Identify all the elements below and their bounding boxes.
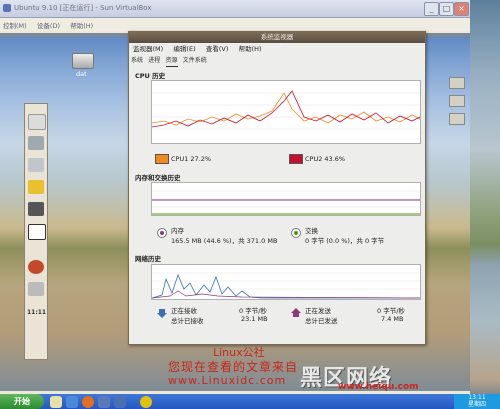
folder-icon[interactable]: [28, 180, 44, 194]
memory-label: 内存: [171, 227, 184, 235]
swap-indicator[interactable]: [291, 228, 301, 238]
maximize-button[interactable]: □: [439, 2, 454, 16]
watermark-site: www.heiqu.com: [338, 382, 419, 392]
watermark-line3: www.Linuxidc.com: [168, 374, 287, 387]
sm-menubar: 监视器(M) 编辑(E) 查看(V) 帮助(H): [129, 44, 425, 55]
sending-label: 正在发送: [305, 307, 331, 315]
vbox-titlebar: Ubuntu 9.10 [正在运行] - Sun VirtualBox _ □ …: [0, 0, 470, 18]
virtualbox-icon[interactable]: [114, 396, 126, 408]
quicklaunch-icon[interactable]: [50, 396, 62, 408]
memory-indicator[interactable]: [157, 228, 167, 238]
cpu1-label: CPU1 27.2%: [171, 155, 212, 163]
vbox-app-icon: [3, 4, 11, 12]
watermark-line2: 您现在查看的文章来自: [168, 360, 299, 374]
close-button[interactable]: ×: [454, 2, 469, 16]
minimize-button[interactable]: _: [424, 2, 439, 16]
virtualbox-window: Ubuntu 9.10 [正在运行] - Sun VirtualBox _ □ …: [0, 0, 470, 394]
menu-control[interactable]: 控制(M): [3, 20, 27, 30]
download-arrow-icon: [157, 308, 167, 318]
cpu1-swatch[interactable]: [155, 154, 169, 164]
total-received-label: 总计已接收: [171, 317, 204, 325]
guest-right-icons: [446, 71, 468, 291]
menu-view[interactable]: 查看(V): [206, 44, 229, 55]
app-launcher-icon[interactable]: [28, 114, 46, 130]
upload-arrow-icon: [291, 308, 301, 318]
tray-icon[interactable]: [449, 77, 465, 89]
sending-rate: 0 字节/秒: [377, 307, 405, 315]
system-tool-icon[interactable]: [28, 136, 44, 150]
sm-titlebar[interactable]: 系统监视器: [129, 32, 425, 43]
network-history-graph: [151, 264, 421, 300]
window-icon[interactable]: [28, 224, 46, 240]
start-button[interactable]: 开始: [0, 394, 44, 409]
network-section-title: 网络历史: [135, 255, 161, 263]
ubuntu-logo-icon[interactable]: [28, 260, 44, 274]
receiving-label: 正在接收: [171, 307, 197, 315]
tray-day: 星期四: [467, 401, 486, 408]
tab-resources[interactable]: 资源: [165, 56, 178, 67]
menu-help[interactable]: 帮助(H): [70, 20, 93, 30]
tray-icon[interactable]: [449, 95, 465, 107]
cpu2-swatch[interactable]: [289, 154, 303, 164]
network-graph-svg: [152, 272, 420, 299]
menu-edit[interactable]: 编辑(E): [173, 44, 195, 55]
explorer-icon[interactable]: [98, 396, 110, 408]
tab-processes[interactable]: 进程: [148, 56, 160, 66]
swap-label: 交换: [305, 227, 318, 235]
receiving-rate: 0 字节/秒: [239, 307, 267, 315]
memory-graph-svg: [152, 190, 420, 215]
swap-value: 0 字节 (0.0 %)，共 0 字节: [305, 237, 385, 245]
cpu2-label: CPU2 43.6%: [305, 155, 346, 163]
memory-value: 165.5 MB (44.6 %)，共 371.0 MB: [171, 237, 278, 245]
cpu-graph-svg: [152, 90, 420, 130]
ie-icon[interactable]: [66, 396, 78, 408]
network-icon[interactable]: [28, 158, 44, 172]
monitor-app-icon[interactable]: [28, 202, 44, 216]
firefox-icon[interactable]: [82, 396, 94, 408]
tray-icon[interactable]: [449, 113, 465, 125]
desktop-icon-label: dat: [76, 70, 87, 78]
app-icon[interactable]: [140, 396, 152, 408]
total-sent-label: 总计已发送: [305, 317, 338, 325]
menu-help[interactable]: 帮助(H): [239, 44, 262, 55]
cpu-section-title: CPU 历史: [135, 72, 166, 80]
total-sent-value: 7.4 MB: [381, 315, 404, 323]
guest-side-panel: 11:11: [24, 103, 48, 360]
vbox-menubar: 控制(M) 设备(D) 帮助(H): [0, 18, 470, 31]
cpu-history-graph: [151, 80, 421, 144]
drive-icon[interactable]: [72, 53, 94, 69]
system-monitor-window: 系统监视器 监视器(M) 编辑(E) 查看(V) 帮助(H) 系统 进程 资源 …: [128, 31, 426, 345]
memory-section-title: 内存和交换历史: [135, 174, 181, 182]
system-tray: 13:11 星期四: [454, 394, 500, 409]
menu-monitor[interactable]: 监视器(M): [133, 44, 163, 55]
guest-clock: 11:11: [27, 309, 47, 316]
total-received-value: 23.1 MB: [241, 315, 268, 323]
tab-filesystems[interactable]: 文件系统: [183, 56, 207, 66]
menu-devices[interactable]: 设备(D): [37, 20, 60, 30]
vbox-window-title: Ubuntu 9.10 [正在运行] - Sun VirtualBox: [14, 4, 152, 12]
sm-tabs: 系统 进程 资源 文件系统: [131, 56, 210, 67]
volume-icon[interactable]: [28, 282, 44, 296]
tab-system[interactable]: 系统: [131, 56, 143, 66]
memory-history-graph: [151, 182, 421, 216]
